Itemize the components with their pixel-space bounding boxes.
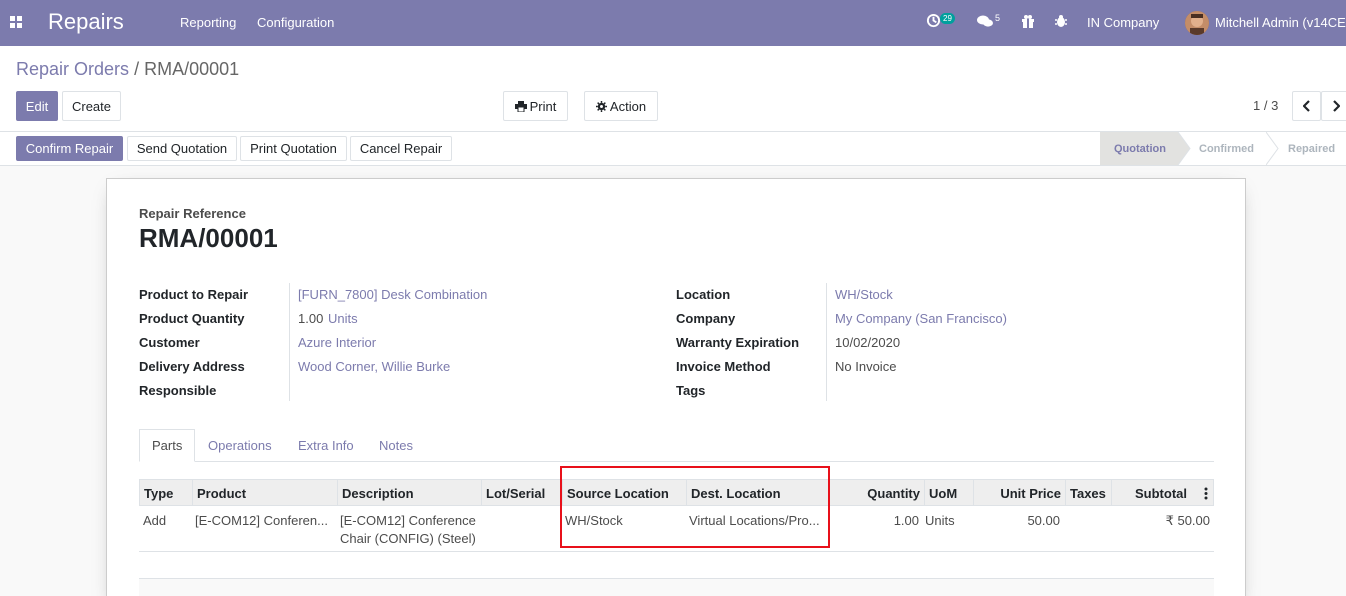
action-label: Action xyxy=(609,98,647,114)
step-arrow-1 xyxy=(1178,132,1191,165)
chevron-right-icon xyxy=(1332,100,1340,112)
breadcrumb: Repair Orders / RMA/00001 xyxy=(16,59,239,80)
apps-menu-icon[interactable] xyxy=(10,16,23,29)
cell-description-line-1: [E-COM12] Conference xyxy=(340,513,476,528)
cell-type: Add xyxy=(143,513,167,528)
optional-columns-icon[interactable] xyxy=(1204,487,1208,500)
print-label: Print xyxy=(529,98,557,114)
app-title[interactable]: Repairs xyxy=(48,9,124,35)
location-label: Location xyxy=(676,287,731,302)
warranty-expiration-field[interactable]: 10/02/2020 xyxy=(835,335,900,350)
tags-label: Tags xyxy=(676,383,706,398)
cell-product: [E-COM12] Conferen... xyxy=(195,513,328,528)
product-uom-field[interactable]: Units xyxy=(328,311,358,326)
messages-count: 5 xyxy=(995,13,1001,23)
notebook-tabs: Parts Operations Extra Info Notes xyxy=(139,429,1214,462)
create-button[interactable]: Create xyxy=(62,91,121,121)
breadcrumb-current: RMA/00001 xyxy=(144,59,240,79)
repair-reference-value: RMA/00001 xyxy=(139,223,278,253)
print-quotation-button[interactable]: Print Quotation xyxy=(240,136,347,161)
col-description[interactable]: Description xyxy=(337,480,481,506)
printer-icon xyxy=(514,100,527,112)
step-arrow-2 xyxy=(1266,132,1279,165)
product-quantity-field[interactable]: 1.00 xyxy=(298,311,323,326)
highlight-annotation-box xyxy=(560,466,830,548)
statusbar: Confirm Repair Send Quotation Print Quot… xyxy=(0,132,1346,166)
tab-extra-info[interactable]: Extra Info xyxy=(298,429,354,462)
product-to-repair-field[interactable]: [FURN_7800] Desk Combination xyxy=(298,287,487,302)
breadcrumb-parent[interactable]: Repair Orders xyxy=(16,59,129,79)
location-field[interactable]: WH/Stock xyxy=(835,287,893,302)
warranty-expiration-label: Warranty Expiration xyxy=(676,335,800,350)
cell-uom: Units xyxy=(925,513,955,528)
send-quotation-button[interactable]: Send Quotation xyxy=(127,136,237,161)
responsible-label: Responsible xyxy=(139,383,217,398)
col-product[interactable]: Product xyxy=(192,480,337,506)
edit-button[interactable]: Edit xyxy=(16,91,58,121)
col-quantity[interactable]: Quantity xyxy=(829,480,924,506)
product-quantity-label: Product Quantity xyxy=(139,311,245,326)
col-lot-serial[interactable]: Lot/Serial xyxy=(481,480,562,506)
repair-reference-label: Repair Reference xyxy=(139,206,246,221)
user-menu[interactable]: Mitchell Admin (v14CE xyxy=(1215,15,1346,30)
pager-next-button[interactable] xyxy=(1321,91,1346,121)
tab-operations[interactable]: Operations xyxy=(208,429,272,462)
cell-unit-price: 50.00 xyxy=(1027,513,1060,528)
print-dropdown[interactable]: Print xyxy=(503,91,568,121)
breadcrumb-separator: / xyxy=(134,59,140,79)
company-switcher[interactable]: IN Company xyxy=(1087,15,1159,30)
status-step-quotation[interactable]: Quotation xyxy=(1100,132,1178,165)
tab-parts[interactable]: Parts xyxy=(139,429,196,462)
col-subtotal[interactable]: Subtotal xyxy=(1111,480,1215,506)
left-group-separator xyxy=(289,283,290,401)
chevron-left-icon xyxy=(1302,100,1310,112)
col-uom[interactable]: UoM xyxy=(924,480,973,506)
top-navbar: Repairs Reporting Configuration 29 5 IN … xyxy=(0,0,1346,46)
cell-description: [E-COM12] Conference Chair (CONFIG) (Ste… xyxy=(340,512,476,548)
customer-field[interactable]: Azure Interior xyxy=(298,335,376,350)
col-unit-price[interactable]: Unit Price xyxy=(973,480,1065,506)
delivery-address-label: Delivery Address xyxy=(139,359,245,374)
messages-icon[interactable] xyxy=(977,14,993,31)
right-group-separator xyxy=(826,283,827,401)
confirm-repair-button[interactable]: Confirm Repair xyxy=(16,136,123,161)
action-dropdown[interactable]: Action xyxy=(584,91,658,121)
user-avatar[interactable] xyxy=(1185,11,1209,35)
cell-subtotal: ₹ 50.00 xyxy=(1165,513,1210,528)
pager-previous-button[interactable] xyxy=(1292,91,1321,121)
col-type[interactable]: Type xyxy=(140,480,192,506)
cancel-repair-button[interactable]: Cancel Repair xyxy=(350,136,452,161)
control-panel: Repair Orders / RMA/00001 Edit Create Pr… xyxy=(0,46,1346,132)
col-taxes[interactable]: Taxes xyxy=(1065,480,1111,506)
activity-clock-icon[interactable] xyxy=(926,13,941,31)
invoice-method-field[interactable]: No Invoice xyxy=(835,359,896,374)
gear-icon xyxy=(595,100,607,112)
customer-label: Customer xyxy=(139,335,200,350)
company-field[interactable]: My Company (San Francisco) xyxy=(835,311,1007,326)
status-steps: Quotation Confirmed Repaired xyxy=(1100,132,1346,165)
cell-description-line-2: Chair (CONFIG) (Steel) xyxy=(340,531,476,546)
menu-reporting[interactable]: Reporting xyxy=(180,15,236,30)
activity-count-badge: 29 xyxy=(940,13,955,24)
menu-configuration[interactable]: Configuration xyxy=(257,15,334,30)
pager-value[interactable]: 1 / 3 xyxy=(1253,98,1278,113)
tab-notes[interactable]: Notes xyxy=(379,429,413,462)
gift-icon[interactable] xyxy=(1021,14,1035,31)
debug-bug-icon[interactable] xyxy=(1054,14,1068,31)
product-to-repair-label: Product to Repair xyxy=(139,287,249,302)
delivery-address-field[interactable]: Wood Corner, Willie Burke xyxy=(298,359,450,374)
table-footer xyxy=(139,578,1214,596)
company-label: Company xyxy=(676,311,736,326)
cell-quantity: 1.00 xyxy=(893,513,919,528)
invoice-method-label: Invoice Method xyxy=(676,359,771,374)
